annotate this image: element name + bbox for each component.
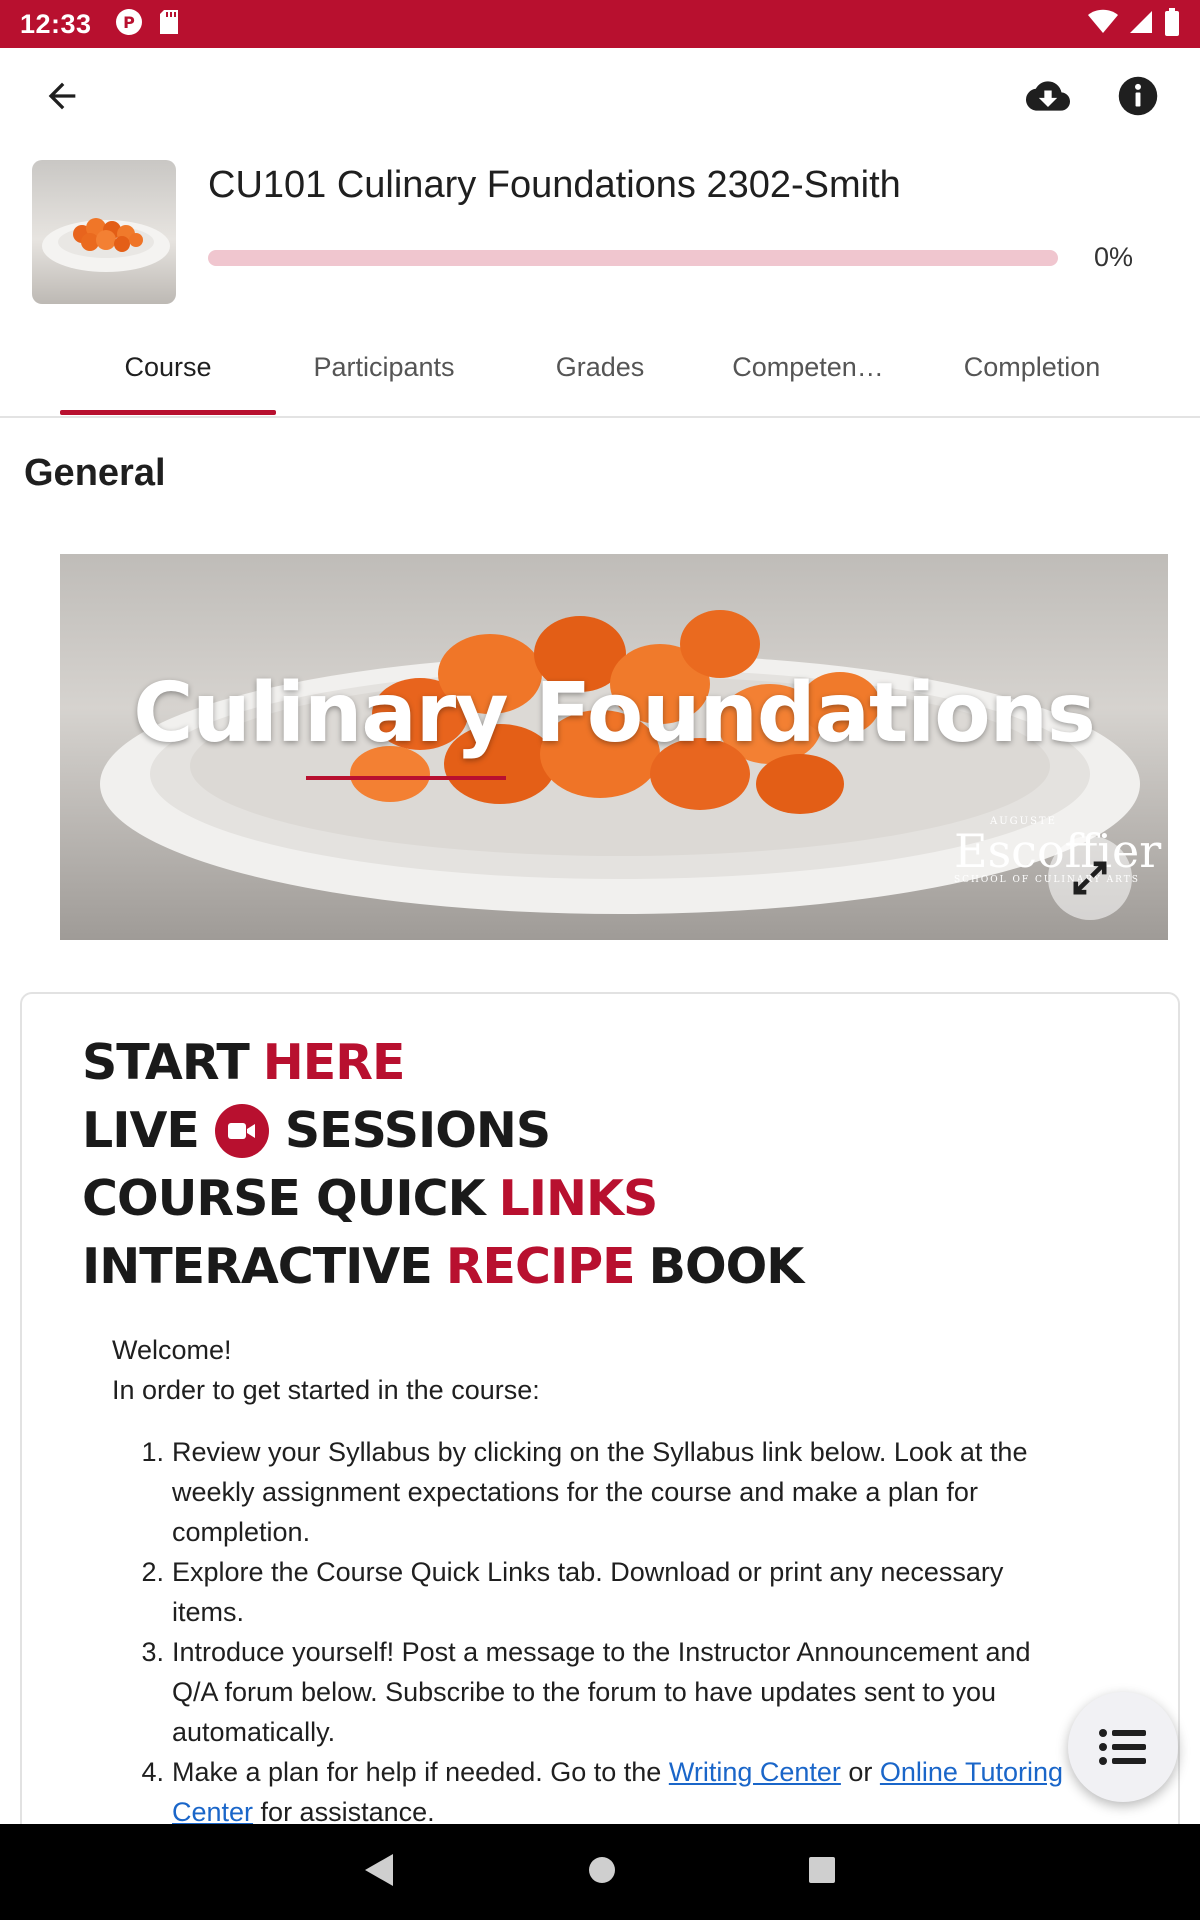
info-icon — [1118, 76, 1158, 116]
course-progress-text: 0% — [1094, 242, 1134, 272]
arrow-back-icon — [48, 82, 76, 110]
banner-underline — [306, 776, 506, 780]
square-recents-icon — [809, 1856, 835, 1883]
sd-card-icon — [158, 8, 180, 41]
start-here-link[interactable]: START HERE — [82, 1034, 406, 1091]
start-here-text: START — [82, 1034, 250, 1091]
expand-icon — [1073, 861, 1107, 895]
step-text: Explore the Course Quick Links tab. Down… — [172, 1557, 1004, 1627]
nav-home-button[interactable] — [587, 1855, 617, 1890]
course-header: CU101 Culinary Foundations 2302-Smith 0% — [32, 160, 1182, 304]
recipe-highlight: RECIPE — [445, 1238, 636, 1295]
cloud-download-icon — [1026, 81, 1070, 111]
live-text: LIVE — [82, 1102, 200, 1159]
tab-grades[interactable]: Grades — [492, 318, 708, 416]
getting-started-steps: 1. Review your Syllabus by clicking on t… — [141, 1432, 1082, 1832]
tab-course[interactable]: Course — [60, 318, 276, 416]
writing-center-link[interactable]: Writing Center — [669, 1757, 841, 1787]
tab-participants[interactable]: Participants — [276, 318, 492, 416]
status-bar: 12:33 P — [0, 0, 1200, 48]
summary-card: START HERE LIVE SESSIONS COURSE QUICK LI… — [20, 992, 1180, 1920]
links-highlight: LINKS — [498, 1170, 659, 1227]
list-icon — [1099, 1729, 1146, 1765]
book-text: BOOK — [648, 1238, 805, 1295]
step-number: 3. — [141, 1637, 164, 1667]
step-text: Make a plan for help if needed. Go to th… — [172, 1752, 1082, 1832]
sessions-text: SESSIONS — [284, 1102, 551, 1159]
app-bar — [0, 48, 1200, 144]
step-text: Introduce yourself! Post a message to th… — [172, 1637, 1031, 1747]
system-navigation-bar — [0, 1824, 1200, 1920]
wifi-icon — [1088, 9, 1118, 40]
battery-icon — [1164, 7, 1180, 41]
step-text: Review your Syllabus by clicking on the … — [172, 1437, 1028, 1547]
step-text-middle: or — [840, 1757, 880, 1787]
start-here-highlight: HERE — [262, 1034, 406, 1091]
back-button[interactable] — [30, 64, 94, 128]
welcome-text: Welcome! In order to get started in the … — [112, 1330, 540, 1410]
interactive-recipe-book-link[interactable]: INTERACTIVE RECIPE BOOK — [82, 1238, 805, 1295]
welcome-line: Welcome! — [112, 1335, 232, 1365]
course-index-button[interactable] — [1068, 1692, 1178, 1802]
section-title: General — [24, 452, 166, 494]
live-sessions-link[interactable]: LIVE SESSIONS — [82, 1102, 551, 1159]
tab-completion[interactable]: Completion — [922, 318, 1142, 416]
nav-recents-button[interactable] — [807, 1855, 837, 1890]
step-number: 4. — [141, 1757, 164, 1787]
interactive-text: INTERACTIVE — [82, 1238, 433, 1295]
instructions-intro: In order to get started in the course: — [112, 1375, 540, 1405]
tab-competencies[interactable]: Competen… — [708, 318, 908, 416]
signal-icon — [1128, 9, 1154, 40]
triangle-back-icon — [365, 1853, 393, 1886]
step-number: 1. — [141, 1437, 164, 1467]
banner-title: Culinary Foundations — [133, 666, 1096, 761]
list-item: 1. Review your Syllabus by clicking on t… — [141, 1432, 1082, 1552]
step-text-suffix: for assistance. — [253, 1797, 435, 1827]
course-quick-links-link[interactable]: COURSE QUICK LINKS — [82, 1170, 659, 1227]
course-info-button[interactable] — [1110, 68, 1166, 124]
list-item: 3. Introduce yourself! Post a message to… — [141, 1632, 1082, 1752]
video-camera-icon — [214, 1103, 269, 1158]
svg-text:P: P — [123, 13, 135, 32]
step-text-prefix: Make a plan for help if needed. Go to th… — [172, 1757, 669, 1787]
course-title: CU101 Culinary Foundations 2302-Smith — [208, 164, 901, 206]
status-time: 12:33 — [20, 8, 92, 39]
list-item: 2. Explore the Course Quick Links tab. D… — [141, 1552, 1082, 1632]
notification-app-icon: P — [114, 7, 144, 42]
download-course-button[interactable] — [1020, 68, 1076, 124]
step-number: 2. — [141, 1557, 164, 1587]
course-banner-image: Culinary Foundations AUGUSTE Escoffier S… — [60, 554, 1168, 940]
nav-back-button[interactable] — [363, 1852, 397, 1893]
active-tab-indicator — [60, 410, 276, 415]
course-progress-bar — [208, 250, 1058, 266]
course-quick-text: COURSE QUICK — [82, 1170, 486, 1227]
circle-home-icon — [589, 1856, 615, 1883]
course-tabs: Course Participants Grades Competen… Com… — [0, 318, 1200, 418]
list-item: 4. Make a plan for help if needed. Go to… — [141, 1752, 1082, 1832]
course-thumbnail — [32, 160, 176, 304]
expand-image-button[interactable] — [1048, 836, 1132, 920]
